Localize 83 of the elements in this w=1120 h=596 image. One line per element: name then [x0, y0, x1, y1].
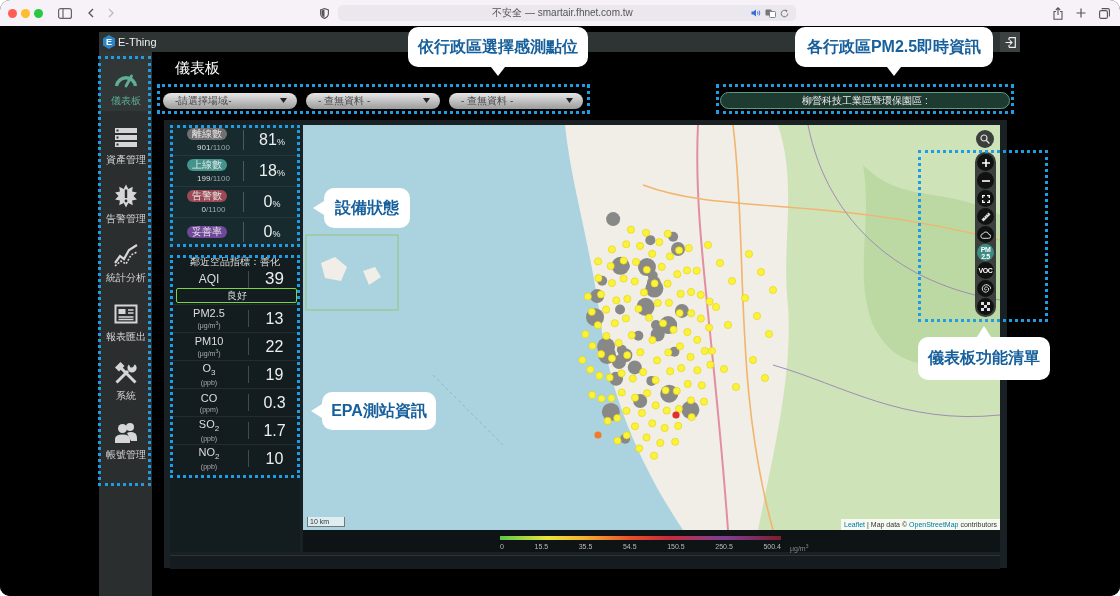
search-icon: [980, 134, 990, 144]
ruler-icon: [980, 211, 991, 222]
device-count: 0/1100: [200, 205, 226, 214]
device-count: 199/1100: [196, 174, 230, 183]
fullscreen-icon: [981, 194, 990, 203]
device-status-tag: 妥善率: [186, 225, 227, 238]
window-close-button[interactable]: [8, 8, 17, 18]
zoom-out-button[interactable]: [977, 172, 994, 189]
filter-dropdown[interactable]: - 查無資料 -: [449, 92, 583, 109]
pollutant-name: PM10: [194, 335, 224, 347]
alert-icon: [113, 184, 138, 208]
nav-item[interactable]: 帳號管理: [99, 406, 152, 465]
grid-layer-button[interactable]: [977, 298, 994, 315]
caret-icon: [280, 98, 287, 103]
logout-button[interactable]: [1000, 32, 1020, 52]
nav-item[interactable]: 資產管理: [99, 111, 152, 170]
ruler-button[interactable]: [977, 208, 994, 225]
translate-icon[interactable]: [765, 8, 776, 18]
pollutant-value: 1.7: [263, 421, 286, 440]
device-status-tag: 上線數: [186, 159, 227, 171]
aqi-label: AQI: [198, 272, 220, 286]
pollutant-name: SO$_{2}$: [198, 418, 220, 434]
pollutant-value: 0.3: [263, 393, 286, 412]
reload-icon[interactable]: [780, 8, 789, 18]
callout: EPA測站資訊: [311, 392, 436, 430]
logout-icon: [1004, 36, 1016, 48]
device-percent: 18%: [259, 162, 285, 180]
device-count: 901/1100: [196, 143, 230, 152]
nav-item[interactable]: 儀表板: [99, 52, 152, 111]
district-info-bar: 柳營科技工業區暨環保園區 :: [720, 92, 1010, 109]
pollutant-name: O$_{3}$: [202, 362, 216, 378]
pollutant-name: NO$_{2}$: [198, 446, 220, 462]
line-chart-icon: [113, 243, 138, 267]
nav-item[interactable]: 告警管理: [99, 170, 152, 229]
report-icon: [113, 302, 138, 326]
caret-icon: [566, 98, 573, 103]
nav-item[interactable]: 系統: [99, 347, 152, 406]
air-quality-status: 良好: [176, 288, 297, 303]
hammer-wrench-icon: [113, 361, 138, 385]
checkered-icon: [981, 302, 990, 311]
pollutant-value: 19: [265, 365, 284, 384]
users-icon: [113, 420, 138, 444]
aqi-value: 39: [265, 269, 284, 289]
nav-item[interactable]: 報表匯出: [99, 288, 152, 347]
callout: 各行政區PM2.5即時資訊: [795, 27, 993, 76]
device-percent: 0%: [263, 193, 281, 211]
spiral-icon: [980, 283, 991, 294]
shield-icon[interactable]: [320, 7, 329, 19]
callout: 儀表板功能清單: [918, 326, 1050, 380]
pollutant-value: 10: [265, 449, 284, 468]
minus-icon: [981, 179, 990, 182]
tabs-overview-icon[interactable]: [1099, 7, 1110, 19]
callout: 依行政區選擇感測點位: [408, 27, 588, 76]
address-bar[interactable]: 不安全 — smartair.fhnet.com.tw: [338, 5, 796, 21]
pollutant-name: PM2.5: [193, 307, 225, 319]
sidebar-toggle-icon[interactable]: [58, 7, 72, 19]
server-list-icon: [113, 125, 138, 149]
zoom-in-button[interactable]: [977, 154, 994, 171]
device-status-tag: 告警數: [186, 190, 227, 202]
app-logo: E: [103, 35, 115, 49]
filter-dropdown[interactable]: - 查無資料 -: [306, 92, 440, 109]
spiral-layer-button[interactable]: [977, 280, 994, 297]
caret-icon: [423, 98, 430, 103]
pollutant-value: 22: [265, 337, 284, 356]
new-tab-icon[interactable]: [1076, 8, 1086, 18]
nav-item[interactable]: 統計分析: [99, 229, 152, 288]
pollutant-value: 13: [265, 309, 284, 328]
app-name: E-Thing: [118, 36, 157, 48]
speaker-icon[interactable]: [751, 9, 761, 17]
cloud-layer-button[interactable]: [977, 226, 994, 243]
filter-dropdown[interactable]: -請選擇場域-: [163, 92, 297, 109]
page-title: 儀表板: [175, 58, 220, 78]
callout: 設備狀態: [313, 188, 410, 228]
device-percent: 81%: [259, 131, 285, 149]
cloud-icon: [980, 230, 991, 239]
device-percent: 0%: [263, 222, 281, 241]
device-status-tag: 離線數: [186, 128, 227, 140]
plus-icon: [981, 158, 990, 167]
pollutant-name: CO: [200, 392, 218, 404]
forward-icon: [108, 8, 114, 18]
fullscreen-button[interactable]: [977, 190, 994, 207]
share-icon[interactable]: [1053, 6, 1063, 20]
back-icon: [88, 8, 94, 18]
